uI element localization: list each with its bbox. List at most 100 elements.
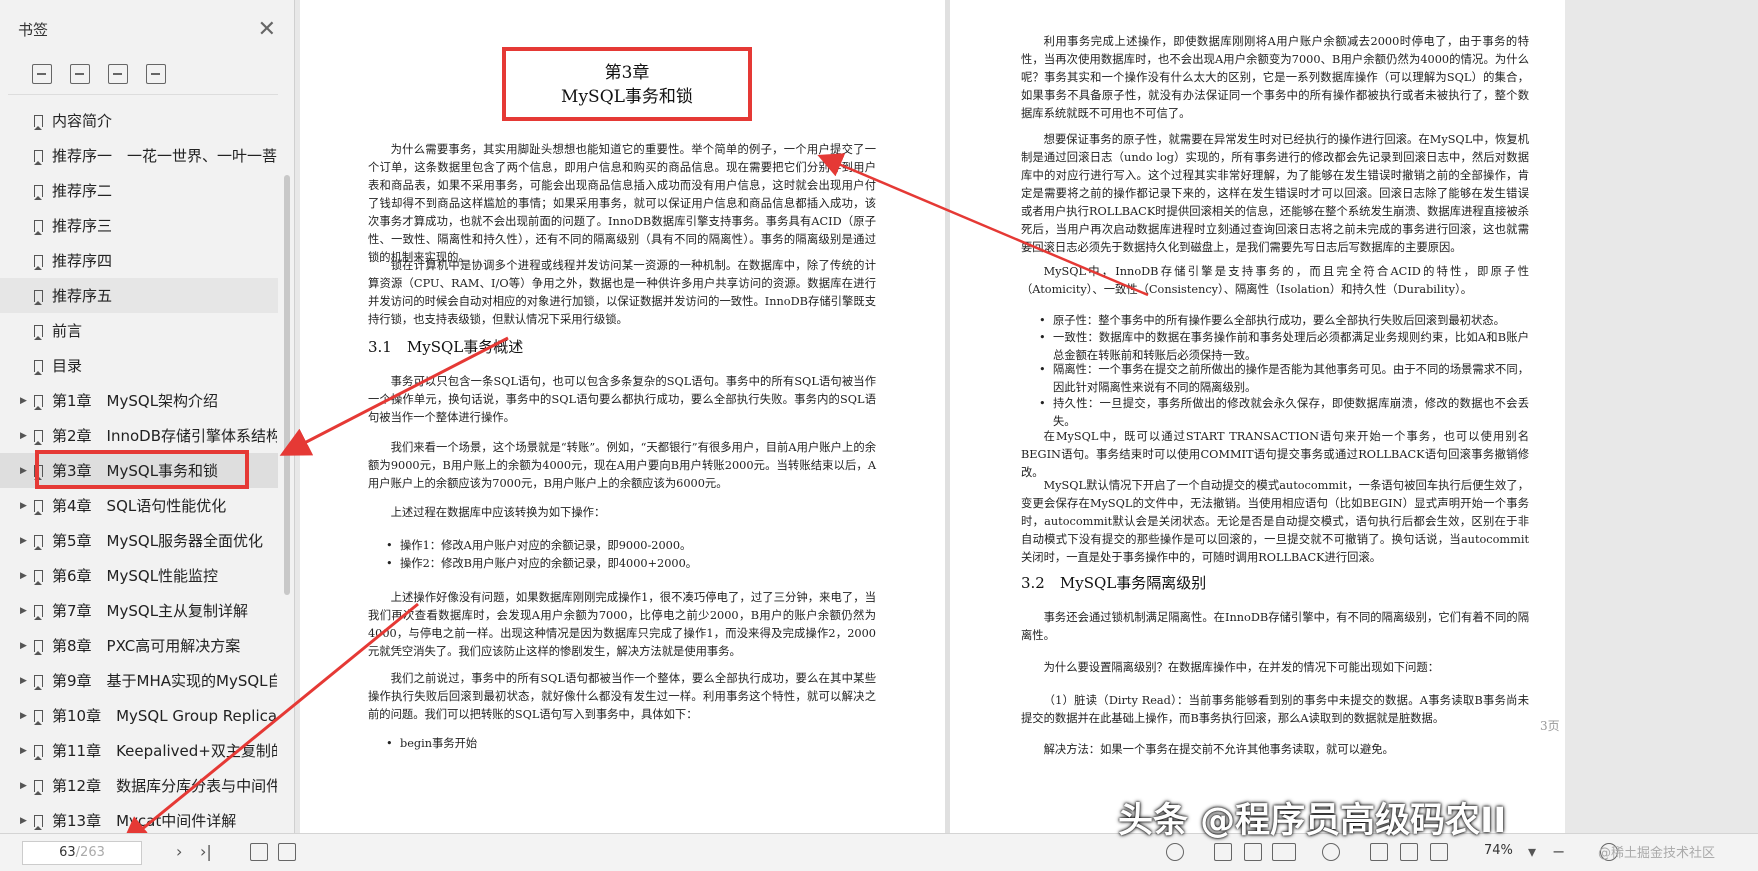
expand-caret-icon[interactable]: ▶ <box>20 536 27 546</box>
bookmark-label: 第9章 基于MHA实现的MySQL自动 <box>52 672 277 690</box>
bookmark-label: 推荐序二 <box>52 182 113 200</box>
bookmark-item[interactable]: 推荐序四 <box>0 243 278 278</box>
expand-caret-icon[interactable]: ▶ <box>20 746 27 756</box>
fit-page-icon[interactable] <box>1400 843 1418 861</box>
paragraph: 我们之前说过，事务中的所有SQL语句都被当作一个整体，要么全部执行成功，要么在其… <box>368 672 876 721</box>
bookmark-flag-icon <box>34 604 43 620</box>
expand-caret-icon[interactable]: ▶ <box>20 816 27 826</box>
bookmark-label: 推荐序四 <box>52 252 113 270</box>
bookmark-label: 第5章 MySQL服务器全面优化 <box>52 532 264 550</box>
sidebar-title: 书签 <box>18 20 49 39</box>
paragraph: MySQL中，InnoDB存储引擎是支持事务的，而且完全符合ACID的特性，即原… <box>1021 265 1529 296</box>
expand-all-icon[interactable] <box>32 64 52 84</box>
bookmark-item[interactable]: 推荐序三 <box>0 208 278 243</box>
bookmark-label: 第3章 MySQL事务和锁 <box>52 462 219 480</box>
list-item: 原子性：整个事务中的所有操作要么全部执行成功，要么全部执行失败后回滚到最初状态。 <box>1037 312 1529 330</box>
back-icon[interactable] <box>250 843 268 861</box>
bookmark-item[interactable]: ▶ 第3章 MySQL事务和锁 <box>0 453 278 488</box>
add-bookmark-icon[interactable] <box>108 64 128 84</box>
close-icon[interactable]: ✕ <box>258 17 276 42</box>
bookmark-flag-icon <box>34 534 43 550</box>
bookmark-label: 内容简介 <box>52 112 113 130</box>
actual-size-icon[interactable] <box>1370 843 1388 861</box>
next-page-icon[interactable]: › <box>176 842 182 861</box>
collapse-all-icon[interactable] <box>70 64 90 84</box>
bookmark-label: 推荐序一 一花一世界、一叶一菩提 <box>52 147 277 165</box>
bookmark-flag-icon <box>34 184 43 200</box>
expand-caret-icon[interactable]: ▶ <box>20 676 27 686</box>
bookmark-flag-icon <box>34 569 43 585</box>
paragraph: 利用事务完成上述操作，即使数据库刚刚将A用户账户余额减去2000时停电了，由于事… <box>1021 35 1529 120</box>
paragraph: 为什么要设置隔离级别？在数据库操作中，在并发的情况下可能出现如下问题： <box>1043 661 1439 674</box>
expand-caret-icon[interactable]: ▶ <box>20 711 27 721</box>
bookmark-label: 推荐序三 <box>52 217 113 235</box>
paragraph: MySQL默认情况下开启了一个自动提交的模式autocommit，一条语句被回车… <box>1021 479 1529 564</box>
expand-caret-icon[interactable]: ▶ <box>20 641 27 651</box>
bookmark-icon[interactable] <box>146 64 166 84</box>
bookmark-item[interactable]: ▶ 第9章 基于MHA实现的MySQL自动 <box>0 663 278 698</box>
bookmark-flag-icon <box>34 709 43 725</box>
bookmark-flag-icon <box>34 744 43 760</box>
bookmark-item[interactable]: ▶ 第1章 MySQL架构介绍 <box>0 383 278 418</box>
paragraph: 在MySQL中，既可以通过START TRANSACTION语句来开始一个事务，… <box>1021 430 1529 479</box>
current-page: 63 <box>59 845 76 860</box>
bookmark-flag-icon <box>34 464 43 480</box>
page-number-input[interactable]: 63/263 <box>22 841 142 865</box>
bookmark-flag-icon <box>34 814 43 830</box>
expand-caret-icon[interactable]: ▶ <box>20 466 27 476</box>
play-icon[interactable] <box>1322 843 1340 861</box>
expand-caret-icon[interactable]: ▶ <box>20 431 27 441</box>
two-page-icon[interactable] <box>1272 843 1296 861</box>
bookmark-item[interactable]: ▶ 第6章 MySQL性能监控 <box>0 558 278 593</box>
bookmark-item[interactable]: ▶ 第4章 SQL语句性能优化 <box>0 488 278 523</box>
expand-caret-icon[interactable]: ▶ <box>20 571 27 581</box>
expand-caret-icon[interactable]: ▶ <box>20 781 27 791</box>
sidebar-scrollbar[interactable] <box>284 175 290 595</box>
paragraph: 为什么需要事务，其实用脚趾头想想也能知道它的重要性。举个简单的例子，一个用户提交… <box>368 143 876 264</box>
bookmark-item[interactable]: ▶ 第5章 MySQL服务器全面优化 <box>0 523 278 558</box>
paragraph: 事务可以只包含一条SQL语句，也可以包含多条复杂的SQL语句。事务中的所有SQL… <box>368 375 876 424</box>
continuous-page-icon[interactable] <box>1244 843 1262 861</box>
bookmark-item[interactable]: 内容简介 <box>0 103 278 138</box>
bookmark-flag-icon <box>34 219 43 235</box>
zoom-dropdown-icon[interactable]: ▾ <box>1528 842 1536 861</box>
bookmark-item[interactable]: ▶ 第2章 InnoDB存储引擎体系结构 <box>0 418 278 453</box>
fit-width-icon[interactable] <box>1430 843 1448 861</box>
bookmark-item[interactable]: ▶ 第12章 数据库分库分表与中间件介绍 <box>0 768 278 803</box>
chapter-title: MySQL事务和锁 <box>561 87 693 107</box>
bookmark-item[interactable]: ▶ 第10章 MySQL Group Replication <box>0 698 278 733</box>
bookmark-label: 第7章 MySQL主从复制详解 <box>52 602 249 620</box>
bookmark-label: 第1章 MySQL架构介绍 <box>52 392 219 410</box>
list-item: 一致性：数据库中的数据在事务操作前和事务处理后必须都满足业务规则约束，比如A和B… <box>1037 329 1529 365</box>
expand-caret-icon[interactable]: ▶ <box>20 606 27 616</box>
forward-icon[interactable] <box>278 843 296 861</box>
document-page-left: 为什么需要事务，其实用脚趾头想想也能知道它的重要性。举个简单的例子，一个用户提交… <box>300 0 945 833</box>
watermark: 头条 @程序员高级码农II <box>1118 801 1507 841</box>
bookmark-item[interactable]: ▶ 第8章 PXC高可用解决方案 <box>0 628 278 663</box>
bookmark-flag-icon <box>34 394 43 410</box>
zoom-level[interactable]: 74% <box>1484 843 1513 858</box>
bookmark-item[interactable]: ▶ 第11章 Keepalived+双主复制的高 <box>0 733 278 768</box>
bookmark-item[interactable]: 目录 <box>0 348 278 383</box>
bookmark-item[interactable]: 前言 <box>0 313 278 348</box>
eye-icon[interactable] <box>1166 843 1184 861</box>
last-page-icon[interactable]: ›| <box>200 842 212 861</box>
single-page-icon[interactable] <box>1214 843 1232 861</box>
expand-caret-icon[interactable]: ▶ <box>20 501 27 511</box>
bookmark-item[interactable]: ▶ 第7章 MySQL主从复制详解 <box>0 593 278 628</box>
bookmark-label: 第4章 SQL语句性能优化 <box>52 497 227 515</box>
expand-caret-icon[interactable]: ▶ <box>20 396 27 406</box>
bookmark-label: 前言 <box>52 322 83 340</box>
bookmark-label: 第12章 数据库分库分表与中间件介绍 <box>52 777 277 795</box>
bookmark-flag-icon <box>34 779 43 795</box>
paragraph: 锁在计算机中是协调多个进程或线程并发访问某一资源的一种机制。在数据库中，除了传统… <box>368 259 876 326</box>
section-heading: 3.1 MySQL事务概述 <box>368 338 524 356</box>
zoom-out-icon[interactable]: − <box>1552 842 1565 861</box>
bookmark-flag-icon <box>34 324 43 340</box>
bookmark-item[interactable]: 推荐序五 <box>0 278 278 313</box>
bookmark-label: 目录 <box>52 357 83 375</box>
paragraph: 想要保证事务的原子性，就需要在异常发生时对已经执行的操作进行回滚。在MySQL中… <box>1021 133 1529 254</box>
bookmark-item[interactable]: 推荐序一 一花一世界、一叶一菩提 <box>0 138 278 173</box>
bookmark-item[interactable]: 推荐序二 <box>0 173 278 208</box>
paragraph: 上述操作好像没有问题，如果数据库刚刚完成操作1，很不凑巧停电了，过了三分钟，来电… <box>368 591 876 658</box>
